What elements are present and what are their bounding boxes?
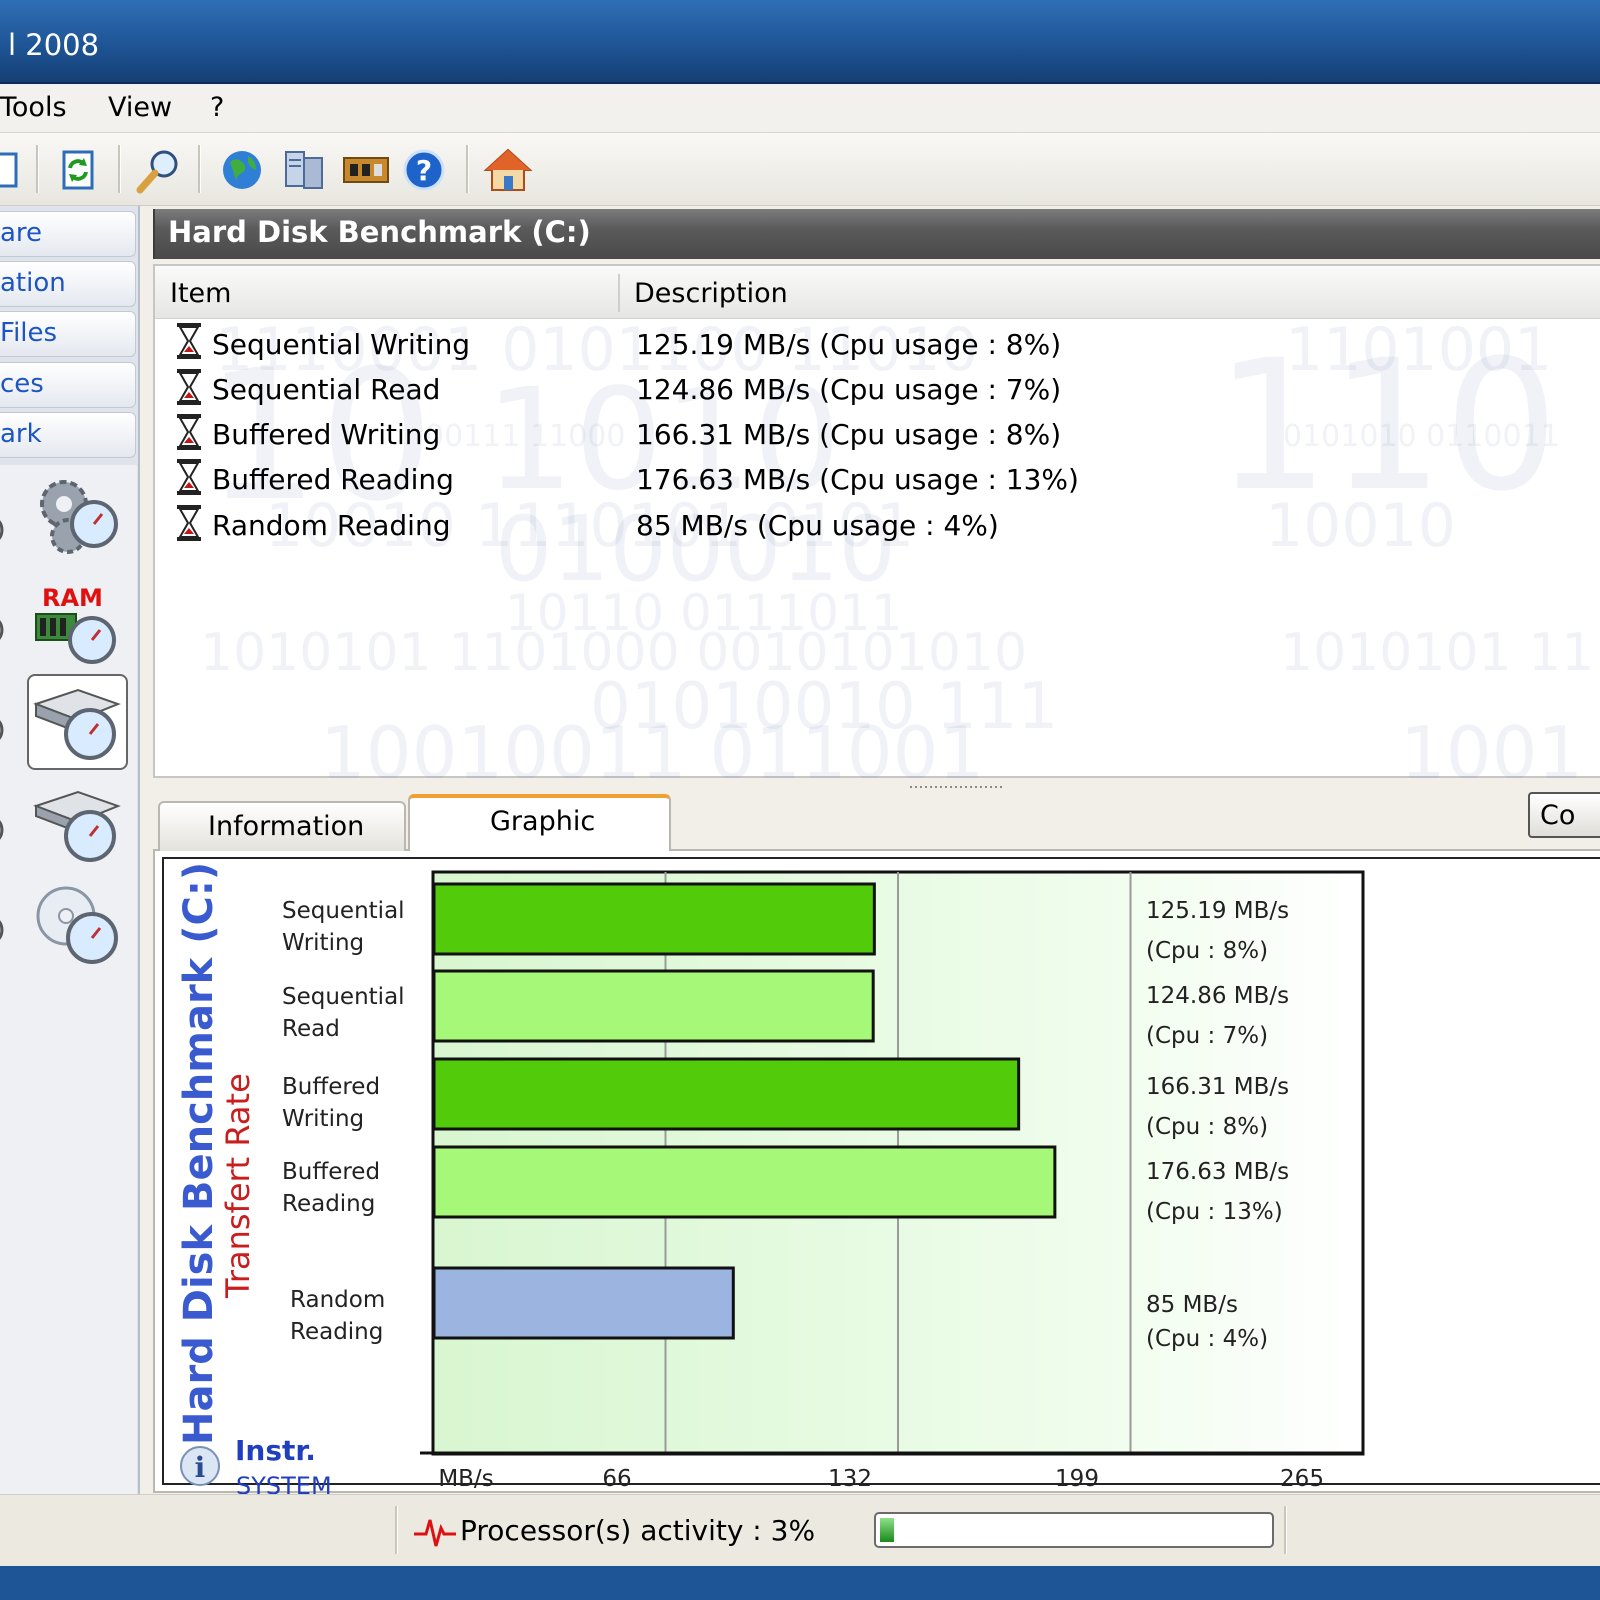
sidebar-link-software[interactable]: are [0, 211, 136, 257]
toolbar-separator [36, 145, 39, 193]
column-header-description[interactable]: Description [634, 278, 788, 309]
activity-pulse-icon [414, 1519, 456, 1547]
svg-text:1010101 11: 1010101 11 [1280, 623, 1594, 683]
status-separator [1284, 1506, 1287, 1554]
ram-benchmark-icon[interactable] [34, 608, 124, 668]
list-item-description: 125.19 MB/s (Cpu usage : 8%) [636, 328, 1062, 361]
list-header [155, 266, 1600, 319]
cd-benchmark-icon[interactable] [34, 884, 124, 968]
cpu-activity-bar [874, 1512, 1274, 1548]
hardware-icon[interactable] [340, 144, 392, 196]
list-item-label[interactable]: Buffered Reading [212, 463, 454, 496]
list-item-label[interactable]: Sequential Read [212, 373, 440, 406]
toolbar-separator [118, 145, 121, 193]
hourglass-icon [177, 459, 201, 495]
hourglass-icon [177, 505, 201, 541]
partial-icons-column [0, 520, 4, 940]
window-title: l 2008 [8, 28, 100, 62]
menu-tools[interactable]: Tools [0, 92, 67, 123]
sidebar-link-information[interactable]: ation [0, 261, 136, 307]
chart-frame [162, 857, 1600, 1485]
svg-text:10010: 10010 [1265, 491, 1456, 561]
status-separator [395, 1506, 398, 1554]
svg-text:0101010 0110011: 0101010 0110011 [1283, 419, 1560, 454]
list-item-label[interactable]: Sequential Writing [212, 328, 470, 361]
sidebar-link-devices[interactable]: ces [0, 362, 136, 408]
panel-title: Hard Disk Benchmark (C:) [168, 215, 591, 249]
sidebar-link-files[interactable]: Files [0, 311, 136, 357]
list-item-label[interactable]: Buffered Writing [212, 418, 440, 451]
menu-help[interactable]: ? [210, 92, 224, 123]
cpu-activity-fill [880, 1518, 894, 1542]
copy-button[interactable]: Co [1528, 792, 1600, 838]
globe-icon[interactable] [216, 144, 268, 196]
list-item-label[interactable]: Random Reading [212, 509, 450, 542]
sidebar-link-benchmark[interactable]: ark [0, 412, 136, 458]
search-icon[interactable] [134, 144, 186, 196]
list-item-description: 166.31 MB/s (Cpu usage : 8%) [636, 418, 1062, 451]
hourglass-icon [177, 323, 201, 359]
hourglass-icon [177, 414, 201, 450]
svg-text:?: ? [416, 154, 432, 187]
tab-graphic-label: Graphic [490, 806, 596, 837]
column-header-item[interactable]: Item [170, 278, 231, 309]
list-item-description: 85 MB/s (Cpu usage : 4%) [636, 509, 999, 542]
removable-disk-benchmark-icon[interactable] [32, 786, 124, 866]
menu-view[interactable]: View [108, 92, 172, 123]
list-item-description: 176.63 MB/s (Cpu usage : 13%) [636, 463, 1079, 496]
list-item-description: 124.86 MB/s (Cpu usage : 7%) [636, 373, 1062, 406]
title-bar [0, 0, 1600, 84]
tab-information-label: Information [208, 811, 365, 842]
home-icon[interactable] [482, 144, 534, 196]
help-icon[interactable]: ? [398, 144, 450, 196]
page-icon[interactable] [0, 144, 34, 196]
hard-disk-benchmark-icon[interactable] [32, 680, 124, 766]
menu-bar [0, 84, 1600, 133]
svg-text:00111 11000: 00111 11000 [425, 419, 625, 454]
svg-text:1001: 1001 [1400, 711, 1583, 778]
column-divider[interactable] [618, 274, 620, 312]
toolbar-separator [466, 145, 469, 193]
splitter-grip[interactable] [910, 784, 1006, 792]
refresh-icon[interactable] [52, 144, 104, 196]
toolbar-separator [198, 145, 201, 193]
cpu-activity-label: Processor(s) activity : 3% [460, 1514, 816, 1547]
gears-benchmark-icon[interactable] [34, 474, 124, 564]
network-icon[interactable] [278, 144, 330, 196]
hourglass-icon [177, 369, 201, 405]
svg-text:10010011 011001: 10010011 011001 [320, 711, 984, 778]
taskbar-strip [0, 1566, 1600, 1600]
